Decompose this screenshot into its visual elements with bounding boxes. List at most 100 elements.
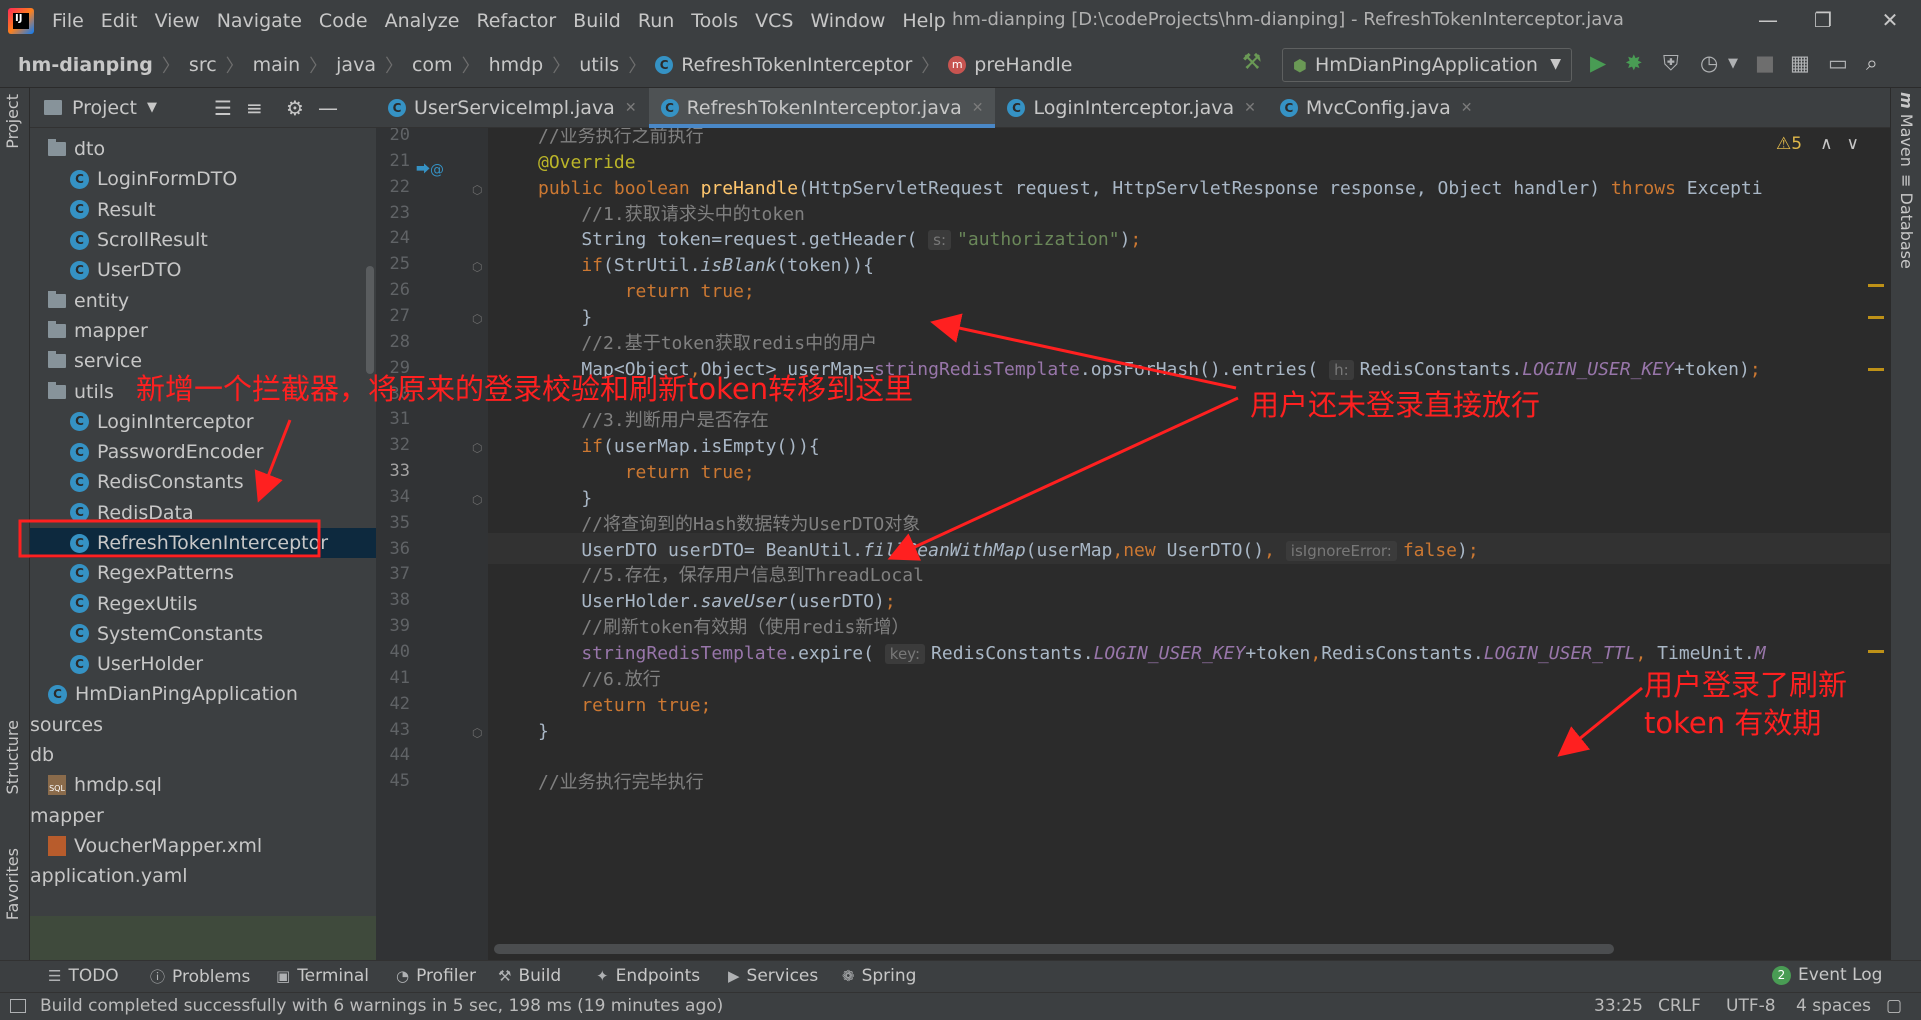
collapse-all-icon[interactable]: ≡ — [246, 96, 263, 120]
tree-item[interactable]: C PasswordEncoder — [30, 437, 376, 467]
chevron-down-icon[interactable]: ▼ — [147, 100, 157, 115]
fold-marker-icon[interactable]: ⬡ — [472, 312, 482, 326]
menu-file[interactable]: File — [52, 10, 84, 32]
fold-marker-icon[interactable]: ⬡ — [472, 183, 482, 197]
close-window-button[interactable]: ✕ — [1870, 8, 1910, 32]
more-run-chevron-icon[interactable]: ▼ — [1728, 56, 1738, 71]
indent-setting[interactable]: 4 spaces — [1796, 996, 1871, 1016]
warnings-indicator[interactable]: ⚠5 ∧ ∨ — [1776, 134, 1859, 154]
status-window-icon[interactable] — [10, 999, 26, 1013]
breadcrumb-item[interactable]: hmdp — [489, 54, 544, 76]
menu-vcs[interactable]: VCS — [755, 10, 793, 32]
editor-tab[interactable]: C RefreshTokenInterceptor.java ✕ — [648, 88, 996, 128]
menu-code[interactable]: Code — [319, 10, 368, 32]
editor-tab[interactable]: C MvcConfig.java ✕ — [1268, 88, 1485, 128]
line-number[interactable]: 45 — [382, 771, 410, 791]
tree-item[interactable]: C RedisConstants — [30, 467, 376, 497]
line-number[interactable]: 41 — [382, 668, 410, 688]
tree-item[interactable]: C Result — [30, 195, 376, 225]
breadcrumb-item[interactable]: hm-dianping — [18, 54, 153, 76]
project-panel-title[interactable]: Project — [72, 97, 137, 119]
breadcrumb-item[interactable]: RefreshTokenInterceptor — [681, 54, 912, 76]
file-encoding[interactable]: UTF-8 — [1726, 996, 1776, 1016]
run-icon[interactable]: ▶ — [1590, 51, 1606, 75]
close-icon[interactable]: ✕ — [1461, 100, 1473, 116]
tool-window-services[interactable]: ▶ Services — [728, 966, 818, 986]
fold-marker-icon[interactable]: ⬡ — [472, 260, 482, 274]
structure-tool-tab[interactable]: Structure — [3, 720, 22, 794]
menu-navigate[interactable]: Navigate — [217, 10, 302, 32]
line-number[interactable]: 32 — [382, 435, 410, 455]
line-separator[interactable]: CRLF — [1658, 996, 1701, 1016]
line-number[interactable]: 21 — [382, 151, 410, 171]
override-marker-icon[interactable]: ⮕@ — [416, 159, 444, 179]
menu-view[interactable]: View — [155, 10, 200, 32]
editor-horizontal-scrollbar[interactable] — [494, 944, 1614, 954]
breadcrumb-item[interactable]: src — [189, 54, 217, 76]
close-icon[interactable]: ✕ — [625, 100, 637, 116]
line-number[interactable]: 36 — [382, 539, 410, 559]
tree-item[interactable]: C RedisData — [30, 498, 376, 528]
breadcrumb-item[interactable]: main — [253, 54, 300, 76]
expand-all-icon[interactable]: ☰ — [214, 96, 232, 120]
tree-item[interactable]: C UserHolder — [30, 649, 376, 679]
breadcrumb-item[interactable]: utils — [579, 54, 619, 76]
tool-window-build[interactable]: ⚒ Build — [498, 966, 561, 986]
warning-marker[interactable] — [1868, 316, 1884, 319]
restore-button[interactable]: ❐ — [1803, 8, 1843, 32]
tree-item[interactable]: C ScrollResult — [30, 225, 376, 255]
menu-run[interactable]: Run — [638, 10, 674, 32]
line-number[interactable]: 37 — [382, 564, 410, 584]
favorites-tool-tab[interactable]: Favorites — [3, 848, 22, 920]
warning-marker[interactable] — [1868, 368, 1884, 371]
debug-icon[interactable]: ✸ — [1625, 51, 1643, 75]
menu-analyze[interactable]: Analyze — [385, 10, 460, 32]
menu-edit[interactable]: Edit — [101, 10, 138, 32]
build-hammer-icon[interactable]: ⚒ — [1242, 50, 1262, 75]
tree-item[interactable]: sources — [30, 710, 376, 740]
line-number[interactable]: 40 — [382, 642, 410, 662]
tree-item[interactable]: C LoginFormDTO — [30, 164, 376, 194]
line-number[interactable]: 22 — [382, 177, 410, 197]
line-number[interactable]: 34 — [382, 487, 410, 507]
line-number[interactable]: 33 — [382, 461, 410, 481]
fold-marker-icon[interactable]: ⬡ — [472, 726, 482, 740]
menu-window[interactable]: Window — [810, 10, 885, 32]
line-number[interactable]: 44 — [382, 745, 410, 765]
line-number[interactable]: 25 — [382, 254, 410, 274]
tree-item[interactable]: C UserDTO — [30, 255, 376, 285]
line-number[interactable]: 39 — [382, 616, 410, 636]
breadcrumb-item[interactable]: java — [336, 54, 376, 76]
tree-item[interactable]: entity — [30, 285, 376, 315]
line-number[interactable]: 27 — [382, 306, 410, 326]
status-message[interactable]: Build completed successfully with 6 warn… — [40, 996, 723, 1016]
database-tool-tab[interactable]: ≡ Database — [1897, 174, 1916, 269]
run-configuration-dropdown[interactable]: ⬢ HmDianPingApplication ▼ — [1282, 48, 1572, 82]
tree-item[interactable]: C RegexUtils — [30, 588, 376, 618]
fold-marker-icon[interactable]: ⬡ — [472, 441, 482, 455]
tree-item[interactable]: mapper — [30, 801, 376, 831]
tree-item[interactable]: C SystemConstants — [30, 619, 376, 649]
project-structure-icon[interactable]: ▦ — [1790, 51, 1810, 75]
search-icon[interactable]: ⌕ — [1866, 51, 1878, 76]
code-content[interactable]: //业务执行之前执行 @Override public boolean preH… — [538, 128, 1766, 793]
tool-window-endpoints[interactable]: ✦ Endpoints — [596, 966, 700, 986]
tool-window-profiler[interactable]: ◔ Profiler — [396, 966, 476, 986]
caret-position[interactable]: 33:25 — [1594, 996, 1643, 1016]
project-tool-tab[interactable]: Project — [3, 94, 22, 149]
minimize-button[interactable]: — — [1748, 8, 1788, 32]
tree-item[interactable]: application.yaml — [30, 861, 376, 891]
menu-refactor[interactable]: Refactor — [476, 10, 556, 32]
tree-item[interactable]: C RegexPatterns — [30, 558, 376, 588]
warning-marker[interactable] — [1868, 650, 1884, 653]
close-icon[interactable]: ✕ — [972, 100, 984, 116]
code-editor[interactable]: 20 21 22 23 24 25 26 27 28 29 30 31 32 33 34 35 36 37 38 39… — [376, 128, 1890, 960]
breadcrumb-item[interactable]: com — [412, 54, 453, 76]
editor-tab[interactable]: C LoginInterceptor.java ✕ — [995, 88, 1267, 128]
tool-window-terminal[interactable]: ▣ Terminal — [276, 966, 369, 986]
line-number[interactable]: 23 — [382, 203, 410, 223]
breadcrumb-item[interactable]: preHandle — [974, 54, 1072, 76]
layout-icon[interactable]: ▭ — [1828, 51, 1848, 75]
profile-icon[interactable]: ◷ — [1700, 51, 1718, 75]
line-number[interactable]: 35 — [382, 513, 410, 533]
